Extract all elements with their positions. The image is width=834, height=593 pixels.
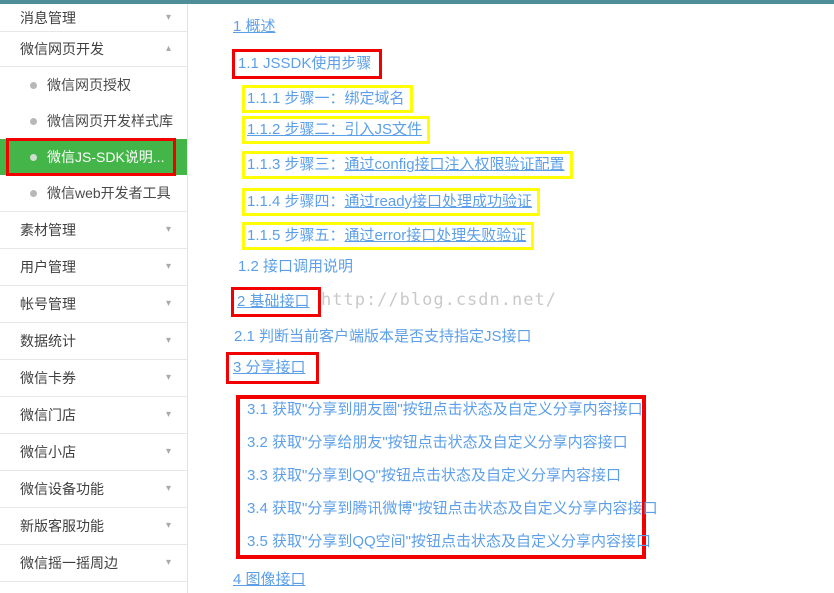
sidebar-item-label: 新版客服功能 bbox=[20, 516, 104, 536]
annotation-yellow-box: 1.1.1 步骤一：绑定域名 bbox=[242, 85, 413, 113]
sidebar-subitem-js-sdk-doc[interactable]: 微信JS-SDK说明... bbox=[0, 139, 187, 175]
sidebar-item-wechat-storefront[interactable]: 微信门店 ▾ bbox=[0, 397, 187, 434]
toc-link-4-image-api[interactable]: 4 图像接口 bbox=[233, 569, 306, 591]
chevron-down-icon: ▾ bbox=[166, 558, 171, 568]
toc-link-2-1-check-version[interactable]: 2.1 判断当前客户端版本是否支持指定JS接口 bbox=[234, 326, 532, 348]
sidebar-item-label: 素材管理 bbox=[20, 220, 76, 240]
toc-text: 1 概述 bbox=[233, 18, 276, 35]
toc-content: http://blog.csdn.net/ 1 概述 1.1 JSSDK使用步骤… bbox=[189, 0, 834, 593]
sidebar-item-wechat-shop[interactable]: 微信小店 ▾ bbox=[0, 434, 187, 471]
sidebar-item-label: 数据统计 bbox=[20, 331, 76, 351]
chevron-down-icon: ▾ bbox=[166, 484, 171, 494]
toc-text: 2 基础接口 bbox=[237, 293, 310, 310]
chevron-down-icon: ▾ bbox=[166, 299, 171, 309]
toc-link-2-basic-api[interactable]: 2 基础接口 bbox=[231, 287, 321, 317]
bullet-icon bbox=[30, 118, 37, 125]
sidebar-item-label: 帐号管理 bbox=[20, 294, 76, 314]
toc-text: 3.1 获取"分享到朋友圈"按钮点击状态及自定义分享内容接口 bbox=[247, 401, 643, 418]
toc-link-1-1-jssdk-steps[interactable]: 1.1 JSSDK使用步骤 bbox=[232, 49, 382, 79]
sidebar-item-wechat-device[interactable]: 微信设备功能 ▾ bbox=[0, 471, 187, 508]
sidebar-item-label: 用户管理 bbox=[20, 257, 76, 277]
page: 消息管理 ▾ 微信网页开发 ▴ 微信网页授权 微信网页开发样式库 微信JS-SD… bbox=[0, 0, 834, 593]
sidebar-item-data-statistics[interactable]: 数据统计 ▾ bbox=[0, 323, 187, 360]
annotation-red-box-group: 3.1 获取"分享到朋友圈"按钮点击状态及自定义分享内容接口 3.2 获取"分享… bbox=[236, 395, 646, 559]
sidebar-item-label: 微信设备功能 bbox=[20, 479, 104, 499]
toc-text: 1.1.2 步骤二：引入JS文件 bbox=[247, 121, 422, 138]
toc-text: 通过ready接口处理成功验证 bbox=[345, 193, 533, 210]
toc-link-1-1-2-step2[interactable]: 1.1.2 步骤二：引入JS文件 bbox=[242, 116, 430, 144]
annotation-yellow-box: 1.1.3 步骤三：通过config接口注入权限验证配置 bbox=[242, 151, 573, 179]
chevron-up-icon: ▴ bbox=[166, 44, 171, 54]
sidebar-item-label: 微信小店 bbox=[20, 442, 76, 462]
toc-text: 通过config接口注入权限验证配置 bbox=[345, 156, 565, 173]
sidebar-item-label: 微信摇一摇周边 bbox=[20, 553, 118, 573]
toc-text: 1.1.5 步骤五： bbox=[247, 227, 345, 244]
sidebar-item-label: 微信网页开发 bbox=[20, 39, 104, 59]
sidebar-subitem-label: 微信JS-SDK说明... bbox=[47, 147, 164, 167]
bullet-icon bbox=[30, 190, 37, 197]
sidebar-subitem-label: 微信网页授权 bbox=[47, 75, 131, 95]
toc-text: 3.2 获取"分享给朋友"按钮点击状态及自定义分享内容接口 bbox=[247, 434, 628, 451]
toc-link-1-1-3-step3[interactable]: 1.1.3 步骤三：通过config接口注入权限验证配置 bbox=[242, 151, 573, 179]
toc-link-1-1-5-step5[interactable]: 1.1.5 步骤五：通过error接口处理失败验证 bbox=[242, 222, 534, 250]
toc-text: 1.1.4 步骤四： bbox=[247, 193, 345, 210]
toc-text: 1.1 JSSDK使用步骤 bbox=[238, 55, 371, 72]
chevron-down-icon: ▾ bbox=[166, 521, 171, 531]
toc-text: 1.1.3 步骤三： bbox=[247, 156, 345, 173]
sidebar-item-label: 微信门店 bbox=[20, 405, 76, 425]
sidebar-item-webpage-dev[interactable]: 微信网页开发 ▴ bbox=[0, 32, 187, 67]
sidebar-subitem-label: 微信web开发者工具 bbox=[47, 183, 171, 203]
watermark-text: http://blog.csdn.net/ bbox=[321, 290, 557, 310]
toc-link-1-overview[interactable]: 1 概述 bbox=[233, 16, 276, 38]
toc-link-3-share-api[interactable]: 3 分享接口 bbox=[226, 352, 319, 384]
sidebar-item-material-management[interactable]: 素材管理 ▾ bbox=[0, 212, 187, 249]
sidebar-subitem-webpage-auth[interactable]: 微信网页授权 bbox=[0, 67, 187, 103]
sidebar: 消息管理 ▾ 微信网页开发 ▴ 微信网页授权 微信网页开发样式库 微信JS-SD… bbox=[0, 4, 188, 593]
bullet-icon bbox=[30, 82, 37, 89]
toc-text: 3.4 获取"分享到腾讯微博"按钮点击状态及自定义分享内容接口 bbox=[247, 500, 658, 517]
toc-text: 1.1.1 步骤一：绑定域名 bbox=[247, 90, 405, 107]
sidebar-item-customer-service[interactable]: 新版客服功能 ▾ bbox=[0, 508, 187, 545]
sidebar-item-wechat-card[interactable]: 微信卡券 ▾ bbox=[0, 360, 187, 397]
sidebar-item-label: 消息管理 bbox=[20, 8, 76, 28]
annotation-red-box: 3 分享接口 bbox=[226, 352, 319, 384]
sidebar-subitem-web-devtools[interactable]: 微信web开发者工具 bbox=[0, 175, 187, 211]
chevron-down-icon: ▾ bbox=[166, 225, 171, 235]
sidebar-item-label: 微信卡券 bbox=[20, 368, 76, 388]
toc-text: 1.2 接口调用说明 bbox=[238, 258, 353, 275]
chevron-down-icon: ▾ bbox=[166, 13, 171, 23]
chevron-down-icon: ▾ bbox=[166, 262, 171, 272]
toc-text: 通过error接口处理失败验证 bbox=[345, 227, 527, 244]
toc-link-1-2-api-usage[interactable]: 1.2 接口调用说明 bbox=[238, 256, 353, 278]
toc-text: 3 分享接口 bbox=[233, 359, 306, 376]
sidebar-subitem-webpage-style-lib[interactable]: 微信网页开发样式库 bbox=[0, 103, 187, 139]
toc-link-1-1-1-step1[interactable]: 1.1.1 步骤一：绑定域名 bbox=[242, 85, 413, 113]
annotation-yellow-box: 1.1.2 步骤二：引入JS文件 bbox=[242, 116, 430, 144]
sidebar-item-account-management[interactable]: 帐号管理 ▾ bbox=[0, 286, 187, 323]
toc-link-3-2-share-friend[interactable]: 3.2 获取"分享给朋友"按钮点击状态及自定义分享内容接口 bbox=[247, 432, 642, 454]
toc-text: 4 图像接口 bbox=[233, 571, 306, 588]
chevron-down-icon: ▾ bbox=[166, 447, 171, 457]
sidebar-submenu-webpage-dev: 微信网页授权 微信网页开发样式库 微信JS-SDK说明... 微信web开发者工… bbox=[0, 67, 187, 212]
chevron-down-icon: ▾ bbox=[166, 336, 171, 346]
toc-link-3-5-share-qzone[interactable]: 3.5 获取"分享到QQ空间"按钮点击状态及自定义分享内容接口 bbox=[247, 531, 642, 553]
toc-link-1-1-4-step4[interactable]: 1.1.4 步骤四：通过ready接口处理成功验证 bbox=[242, 188, 540, 216]
toc-text: 3.5 获取"分享到QQ空间"按钮点击状态及自定义分享内容接口 bbox=[247, 533, 651, 550]
toc-link-3-4-share-weibo[interactable]: 3.4 获取"分享到腾讯微博"按钮点击状态及自定义分享内容接口 bbox=[247, 498, 642, 520]
chevron-down-icon: ▾ bbox=[166, 410, 171, 420]
toc-link-3-1-share-moments[interactable]: 3.1 获取"分享到朋友圈"按钮点击状态及自定义分享内容接口 bbox=[247, 399, 642, 421]
sidebar-item-message-management[interactable]: 消息管理 ▾ bbox=[0, 4, 187, 32]
sidebar-item-user-management[interactable]: 用户管理 ▾ bbox=[0, 249, 187, 286]
sidebar-subitem-label: 微信网页开发样式库 bbox=[47, 111, 173, 131]
toc-text: 3.3 获取"分享到QQ"按钮点击状态及自定义分享内容接口 bbox=[247, 467, 621, 484]
chevron-down-icon: ▾ bbox=[166, 373, 171, 383]
sidebar-item-shake-around[interactable]: 微信摇一摇周边 ▾ bbox=[0, 545, 187, 582]
annotation-red-box: 2 基础接口 bbox=[231, 287, 321, 317]
bullet-icon bbox=[30, 154, 37, 161]
toc-link-3-3-share-qq[interactable]: 3.3 获取"分享到QQ"按钮点击状态及自定义分享内容接口 bbox=[247, 465, 642, 487]
annotation-yellow-box: 1.1.4 步骤四：通过ready接口处理成功验证 bbox=[242, 188, 540, 216]
annotation-red-box: 1.1 JSSDK使用步骤 bbox=[232, 49, 382, 79]
annotation-yellow-box: 1.1.5 步骤五：通过error接口处理失败验证 bbox=[242, 222, 534, 250]
toc-text: 2.1 判断当前客户端版本是否支持指定JS接口 bbox=[234, 328, 532, 345]
